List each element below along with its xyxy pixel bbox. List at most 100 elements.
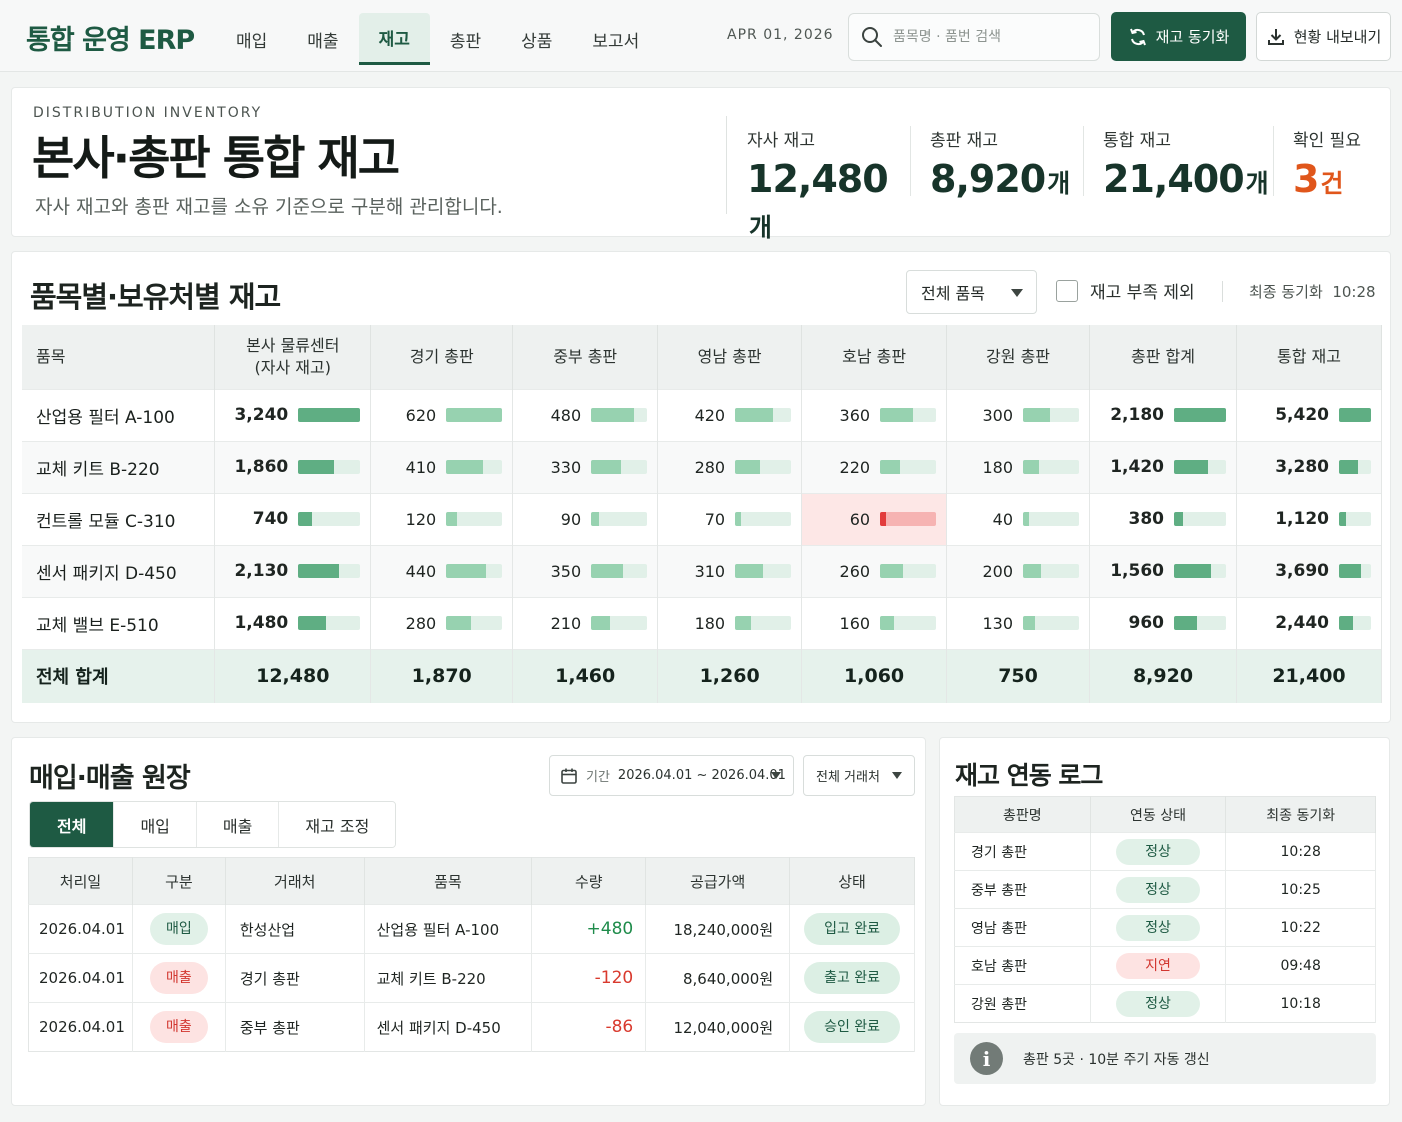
table-row[interactable]: 중부 총판 정상 10:25 (954, 870, 1376, 909)
stock-bar (1339, 408, 1371, 422)
stock-number: 160 (839, 613, 871, 633)
stock-number: 620 (405, 405, 437, 425)
stock-bar-fill (298, 564, 340, 578)
period-select[interactable]: 기간 2026.04.01 ~ 2026.04.01 (549, 755, 794, 796)
export-button[interactable]: 현황 내보내기 (1256, 12, 1391, 61)
nav-item[interactable]: 상품 (501, 13, 572, 65)
stock-value: 200 (947, 562, 1089, 581)
stock-value: 380 (1090, 509, 1236, 529)
sync-note-text: 총판 5곳 · 10분 주기 자동 갱신 (1023, 1051, 1210, 1068)
stock-bar-fill (446, 564, 487, 578)
exclude-shortage-checkbox[interactable] (1056, 279, 1078, 302)
stock-bar (591, 564, 648, 578)
stock-number: 60 (849, 509, 871, 529)
ledger-tab[interactable]: 재고 조정 (279, 802, 396, 847)
stock-bar (446, 408, 503, 422)
item-name: 교체 밸브 E-510 (22, 596, 216, 649)
stock-cell: 5,420 (1236, 388, 1383, 441)
stock-value: 360 (802, 406, 946, 425)
stock-number: 220 (839, 457, 871, 477)
stock-bar (1173, 564, 1226, 578)
stock-cell: 180 (946, 440, 1091, 493)
stock-cell: 480 (512, 388, 659, 441)
stock-bar (1023, 408, 1080, 422)
table-row[interactable]: 호남 총판 지연 09:48 (954, 946, 1376, 985)
stock-value: 40 (947, 510, 1089, 529)
column-header: 중부 총판 (512, 325, 659, 389)
stock-number: 330 (550, 457, 582, 477)
search-input[interactable] (893, 29, 1093, 45)
stock-bar (1023, 512, 1080, 526)
app-logo[interactable]: 통합 운영 ERP (26, 18, 195, 57)
stock-bar-fill (1339, 564, 1361, 578)
item-name: 교체 키트 B-220 (22, 440, 216, 493)
stock-cell: 160 (801, 596, 948, 649)
stock-bar-fill (591, 460, 622, 474)
nav-item[interactable]: 매입 (216, 13, 287, 65)
item-filter-select[interactable]: 전체 품목 (906, 270, 1037, 314)
stock-bar (1339, 616, 1371, 630)
sync-status-badge: 정상 (1115, 990, 1200, 1017)
stock-number: 120 (405, 509, 437, 529)
stock-bar-fill (1023, 616, 1036, 630)
stock-value: 180 (658, 614, 801, 633)
stock-value: 5,420 (1237, 405, 1381, 425)
stock-value: 60 (802, 510, 946, 529)
stock-bar-fill (591, 616, 611, 630)
stock-cell: 1,560 (1089, 544, 1237, 597)
exclude-shortage-toggle[interactable]: 재고 부족 제외 (1056, 278, 1195, 303)
stock-number: 180 (694, 613, 726, 633)
table-row[interactable]: 강원 총판 정상 10:18 (954, 984, 1376, 1023)
stock-bar-fill (298, 408, 361, 422)
column-header: 처리일 (28, 857, 133, 905)
table-row[interactable]: 교체 키트 B-220 1,860 410 330 280 220 180 1,420 3,28… (22, 440, 1383, 493)
table-row[interactable]: 경기 총판 정상 10:28 (954, 832, 1376, 871)
stock-value: 120 (371, 510, 512, 529)
stock-value: 310 (658, 562, 801, 581)
stock-cell: 2,180 (1089, 388, 1237, 441)
page-description: 자사 재고와 총판 재고를 소유 기준으로 구분해 관리합니다. (35, 196, 503, 218)
table-row[interactable]: 2026.04.01 매입 한성산업 산업용 필터 A-100 +480 18,240,0… (28, 904, 915, 954)
table-row[interactable]: 교체 밸브 E-510 1,480 280 210 180 160 130 960 2,440 (22, 596, 1383, 649)
ledger-tab[interactable]: 매입 (114, 802, 197, 847)
transaction-type-badge: 매출 (150, 962, 208, 994)
ledger-qty: -120 (594, 968, 634, 988)
nav-item[interactable]: 총판 (430, 13, 501, 65)
stock-bar (1339, 460, 1371, 474)
ledger-tab[interactable]: 매출 (196, 802, 280, 847)
stock-number: 130 (982, 613, 1014, 633)
column-header: 경기 총판 (370, 325, 514, 389)
stock-cell: 380 (1089, 492, 1237, 545)
nav-item[interactable]: 매출 (287, 13, 358, 65)
partner-select[interactable]: 전체 거래처 (803, 755, 915, 796)
table-row[interactable]: 영남 총판 정상 10:22 (954, 908, 1376, 947)
stock-value: 620 (371, 406, 512, 425)
export-button-label: 현황 내보내기 (1293, 28, 1382, 46)
stock-number: 70 (704, 509, 726, 529)
table-row[interactable]: 컨트롤 모듈 C-310 740 120 90 70 60 40 380 1,120 (22, 492, 1383, 545)
total-value: 1,870 (370, 648, 514, 703)
stock-number: 1,120 (1275, 509, 1329, 529)
status-badge: 입고 완료 (804, 913, 901, 945)
table-row[interactable]: 센서 패키지 D-450 2,130 440 350 310 260 200 1,560 3,6… (22, 544, 1383, 597)
ledger-tab[interactable]: 전체 (30, 802, 115, 847)
sync-stock-button[interactable]: 재고 동기화 (1111, 12, 1246, 61)
sync-status-cell: 지연 (1090, 946, 1227, 985)
kpi-needs-review[interactable]: 확인 필요 3건 (1273, 116, 1383, 214)
nav-item[interactable]: 보고서 (572, 13, 659, 65)
sync-status-cell: 정상 (1090, 870, 1227, 909)
sync-info-note: i 총판 5곳 · 10분 주기 자동 갱신 (954, 1033, 1376, 1084)
item-name: 산업용 필터 A-100 (22, 388, 216, 441)
stock-number: 210 (550, 613, 582, 633)
table-row[interactable]: 2026.04.01 매출 중부 총판 센서 패키지 D-450 -86 12,040,0… (28, 1002, 915, 1052)
ledger-type-cell: 매출 (132, 953, 226, 1003)
stock-bar (735, 616, 792, 630)
stock-bar-fill (591, 512, 600, 526)
stock-number: 40 (992, 509, 1014, 529)
table-row[interactable]: 산업용 필터 A-100 3,240 620 480 420 360 300 2,180 5,4… (22, 388, 1383, 441)
nav-item[interactable]: 재고 (358, 13, 430, 65)
sync-status-badge: 정상 (1115, 838, 1200, 865)
table-row[interactable]: 2026.04.01 매출 경기 총판 교체 키트 B-220 -120 8,640,00… (28, 953, 915, 1003)
stock-cell: 260 (801, 544, 948, 597)
search-box[interactable] (848, 13, 1100, 61)
